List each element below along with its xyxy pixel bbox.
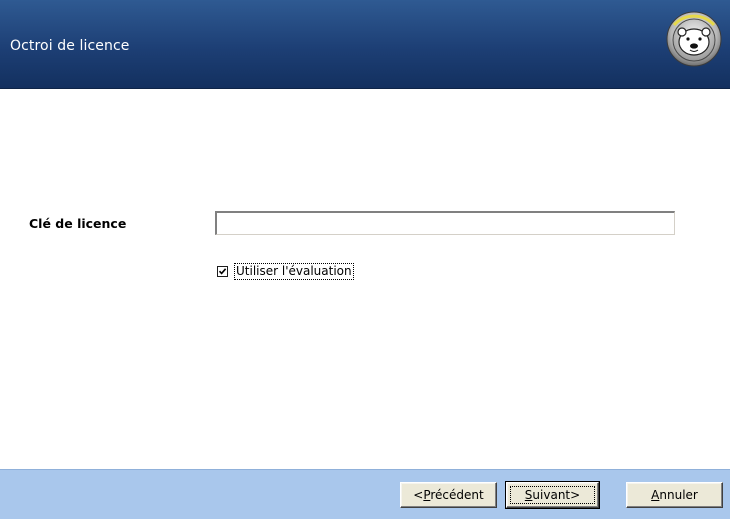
checkmark-icon	[218, 267, 227, 275]
polar-bear-logo-icon	[666, 11, 722, 67]
previous-button[interactable]: <Précédent	[400, 482, 497, 508]
next-label-rest: uivant>	[532, 488, 581, 502]
previous-prefix: <	[413, 488, 424, 502]
evaluation-checkbox-row[interactable]: Utiliser l'évaluation	[217, 261, 354, 281]
license-key-label: Clé de licence	[29, 216, 127, 231]
wizard-footer	[0, 469, 730, 519]
wizard-content	[0, 89, 730, 469]
page-title: Octroi de licence	[10, 38, 130, 54]
previous-label-rest: récédent	[430, 488, 484, 502]
cancel-label-rest: nnuler	[659, 488, 698, 502]
next-button[interactable]: Suivant>	[505, 481, 600, 509]
next-focus-ring: Suivant>	[510, 486, 595, 504]
cancel-button[interactable]: Annuler	[626, 482, 723, 508]
evaluation-checkbox[interactable]	[217, 265, 228, 277]
evaluation-checkbox-label[interactable]: Utiliser l'évaluation	[234, 262, 354, 280]
license-key-input[interactable]	[215, 211, 675, 235]
wizard-header: Octroi de licence	[0, 0, 730, 89]
